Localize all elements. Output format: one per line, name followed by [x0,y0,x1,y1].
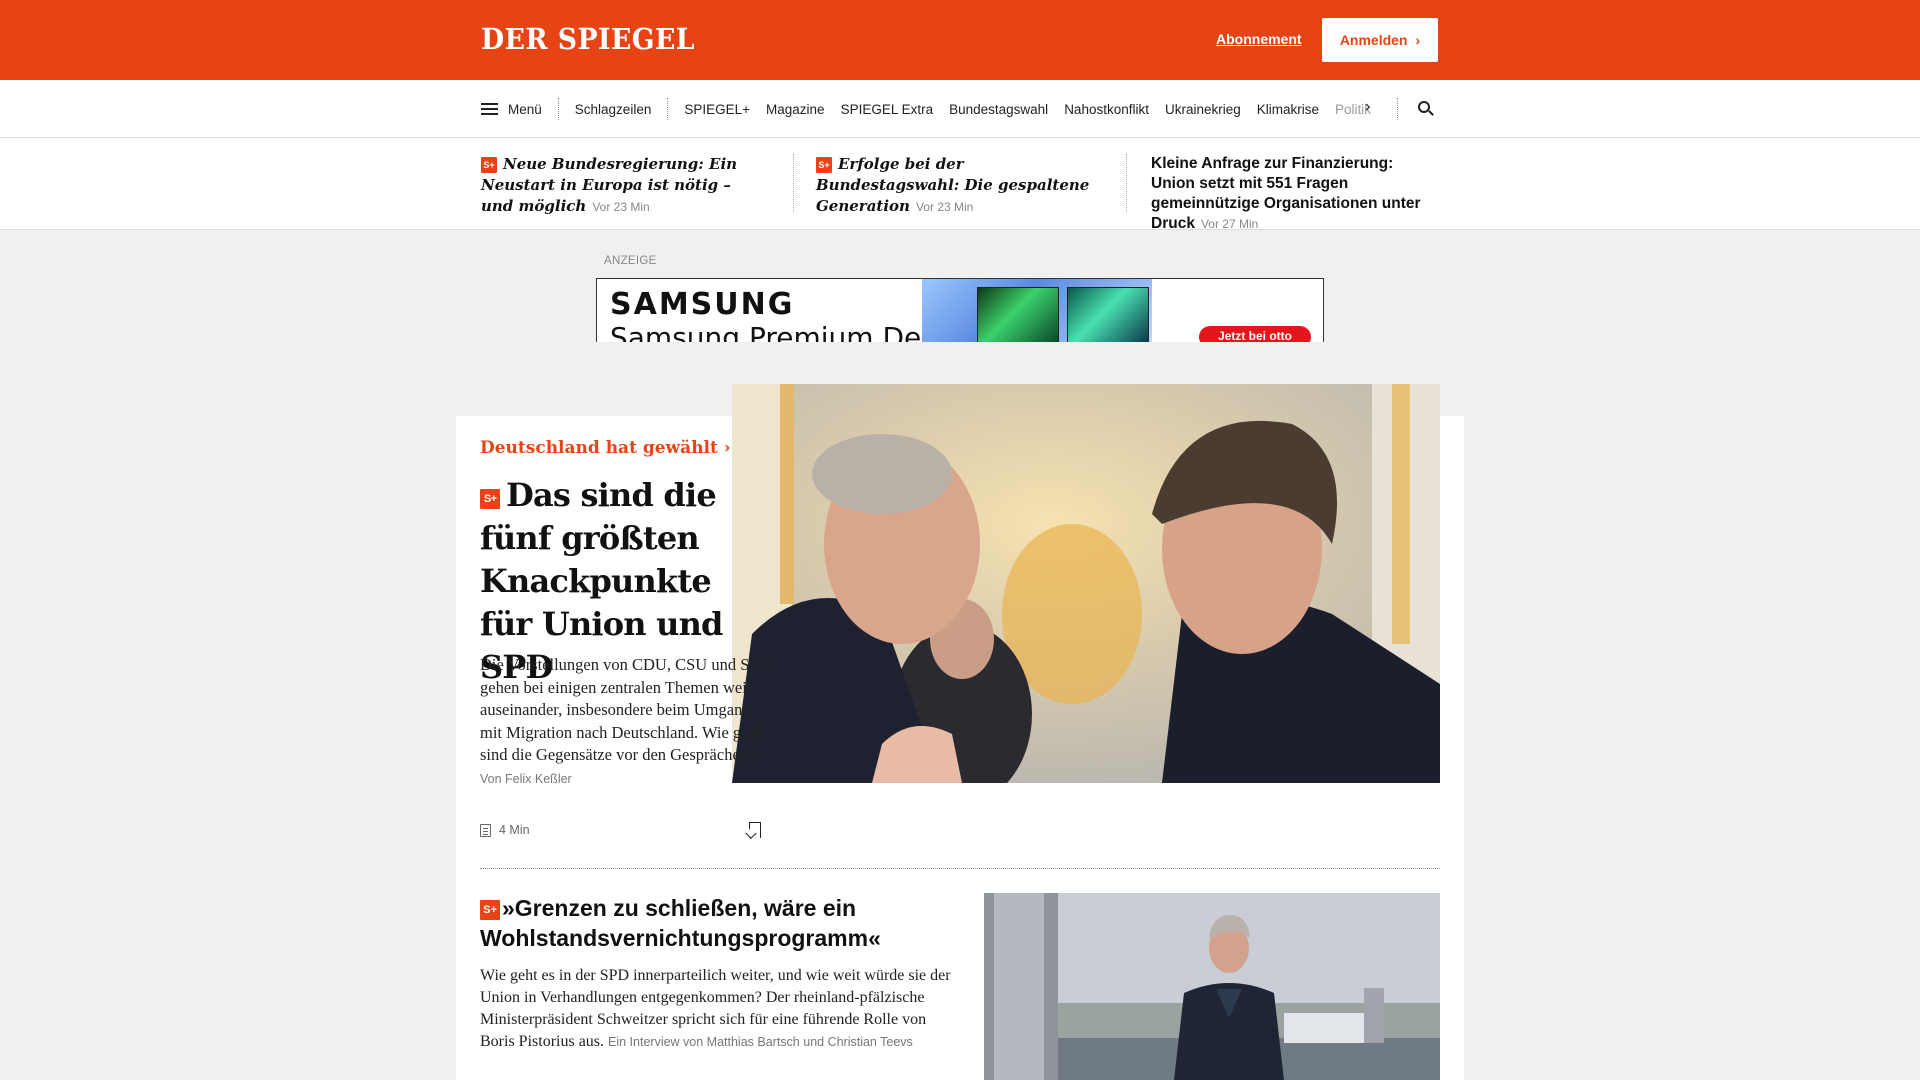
second-article-headline[interactable]: S+ »Grenzen zu schließen, wäre ein Wohlst… [480,893,960,953]
nav-item-magazine[interactable]: Magazine [766,102,825,117]
nav-separator [667,98,669,120]
nav-scroll-right-icon[interactable]: › [1365,98,1370,116]
bookmark-icon[interactable] [749,822,761,838]
teaser-item[interactable]: Kleine Anfrage zur Finanzierung: Union s… [1151,154,1441,234]
teaser-item[interactable]: S+ Erfolge bei der Bundestagswahl: Die ge… [816,154,1106,217]
second-article-image[interactable] [984,893,1440,1080]
photo-politician-portrait [984,893,1440,1080]
main-navigation: Menü Schlagzeilen SPIEGEL+ Magazine SPIE… [0,80,1920,138]
nav-item-nahostkonflikt[interactable]: Nahostkonflikt [1064,102,1149,117]
top-header: DER SPIEGEL Abonnement Anmelden › [0,0,1920,80]
nav-separator [1397,98,1398,120]
chevron-right-icon: › [723,438,731,458]
spiegel-plus-icon: S+ [481,157,497,173]
lead-article-teaser[interactable]: Die Vorstellungen von CDU, CSU und SPD g… [480,654,772,790]
ad-phone-image [977,287,1059,342]
kicker-label: Deutschland hat gewählt [480,438,718,458]
hamburger-menu-icon[interactable] [481,103,498,115]
reading-time: 4 Min [499,823,530,837]
top-teaser-bar: S+ Neue Bundesregierung: Ein Neustart in … [0,138,1920,232]
login-button-label: Anmelden [1339,32,1408,48]
search-icon[interactable] [1418,101,1434,117]
spiegel-plus-icon: S+ [816,157,832,173]
chevron-right-icon: › [1415,32,1421,48]
spiegel-plus-icon: S+ [480,900,500,920]
article-author: Ein Interview von Matthias Bartsch und C… [608,1035,913,1049]
second-article-teaser[interactable]: Wie geht es in der SPD innerparteilich w… [480,965,964,1053]
article-author: Von Felix Keßler [480,771,572,786]
nav-item-spiegel-extra[interactable]: SPIEGEL Extra [841,102,934,117]
article-divider [480,868,1440,869]
site-logo[interactable]: DER SPIEGEL [481,22,695,56]
teaser-item[interactable]: S+ Neue Bundesregierung: Ein Neustart in … [481,154,756,217]
menu-button[interactable]: Menü [508,102,542,117]
photo-two-politicians [732,384,1440,783]
ad-label: ANZEIGE [604,255,657,267]
teaser-separator [1126,154,1127,212]
lead-article-image[interactable] [732,384,1440,783]
ad-phone-image [1067,287,1149,342]
nav-item-klimakrise[interactable]: Klimakrise [1257,102,1319,117]
ad-brand-logo: SAMSUNG [610,287,795,322]
teaser-time: Vor 27 Min [1200,217,1259,231]
teaser-separator [793,154,794,212]
teaser-text: Die Vorstellungen von CDU, CSU und SPD g… [480,655,771,764]
samsung-ad-banner[interactable]: SAMSUNG Samsung Premium Deals Jetzt bei … [596,278,1324,342]
article-kicker[interactable]: Deutschland hat gewählt › [480,438,731,458]
nav-item-ukrainekrieg[interactable]: Ukrainekrieg [1165,102,1241,117]
teaser-title: Kleine Anfrage zur Finanzierung: Union s… [1151,155,1421,232]
ad-cta-button[interactable]: Jetzt bei otto [1199,326,1311,342]
login-button[interactable]: Anmelden › [1322,18,1438,62]
nav-separator [557,98,559,120]
subscription-link[interactable]: Abonnement [1216,31,1302,47]
spiegel-plus-icon: S+ [480,489,500,509]
nav-item-spiegel-plus[interactable]: SPIEGEL+ [684,102,750,117]
nav-item-bundestagswahl[interactable]: Bundestagswahl [949,102,1048,117]
reading-time-icon [480,823,491,837]
teaser-time: Vor 23 Min [915,200,974,214]
ad-text: Samsung Premium Deals [610,321,961,342]
teaser-time: Vor 23 Min [592,200,650,214]
article-meta: 4 Min [480,823,530,837]
nav-item-schlagzeilen[interactable]: Schlagzeilen [575,102,652,117]
headline-text: »Grenzen zu schließen, wäre ein Wohlstan… [480,895,881,951]
